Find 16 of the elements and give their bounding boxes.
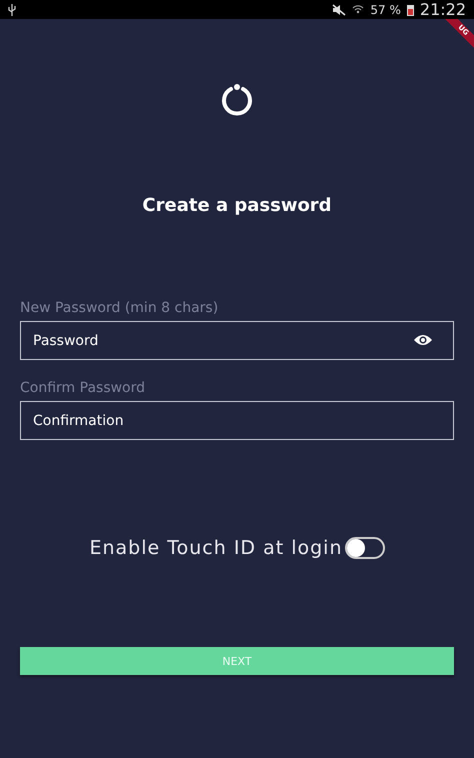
usb-icon <box>8 4 16 16</box>
wifi-icon <box>352 4 364 16</box>
logo-icon <box>220 83 254 117</box>
touch-id-switch[interactable] <box>344 537 385 559</box>
field-label: Confirm Password <box>20 380 146 396</box>
clock: 21:22 <box>420 0 466 19</box>
battery-icon <box>406 4 414 16</box>
next-button[interactable]: NEXT <box>20 647 454 675</box>
field-label: New Password (min 8 chars) <box>20 300 220 316</box>
password-field[interactable]: Confirmation <box>20 401 454 440</box>
eye-icon[interactable] <box>414 334 432 346</box>
touch-id-label: Enable Touch ID at login <box>89 537 343 559</box>
battery-percent: 57 % <box>370 2 401 16</box>
mute-icon <box>332 4 346 16</box>
password-field[interactable]: Password <box>20 321 454 360</box>
page-title: Create a password <box>141 195 333 216</box>
